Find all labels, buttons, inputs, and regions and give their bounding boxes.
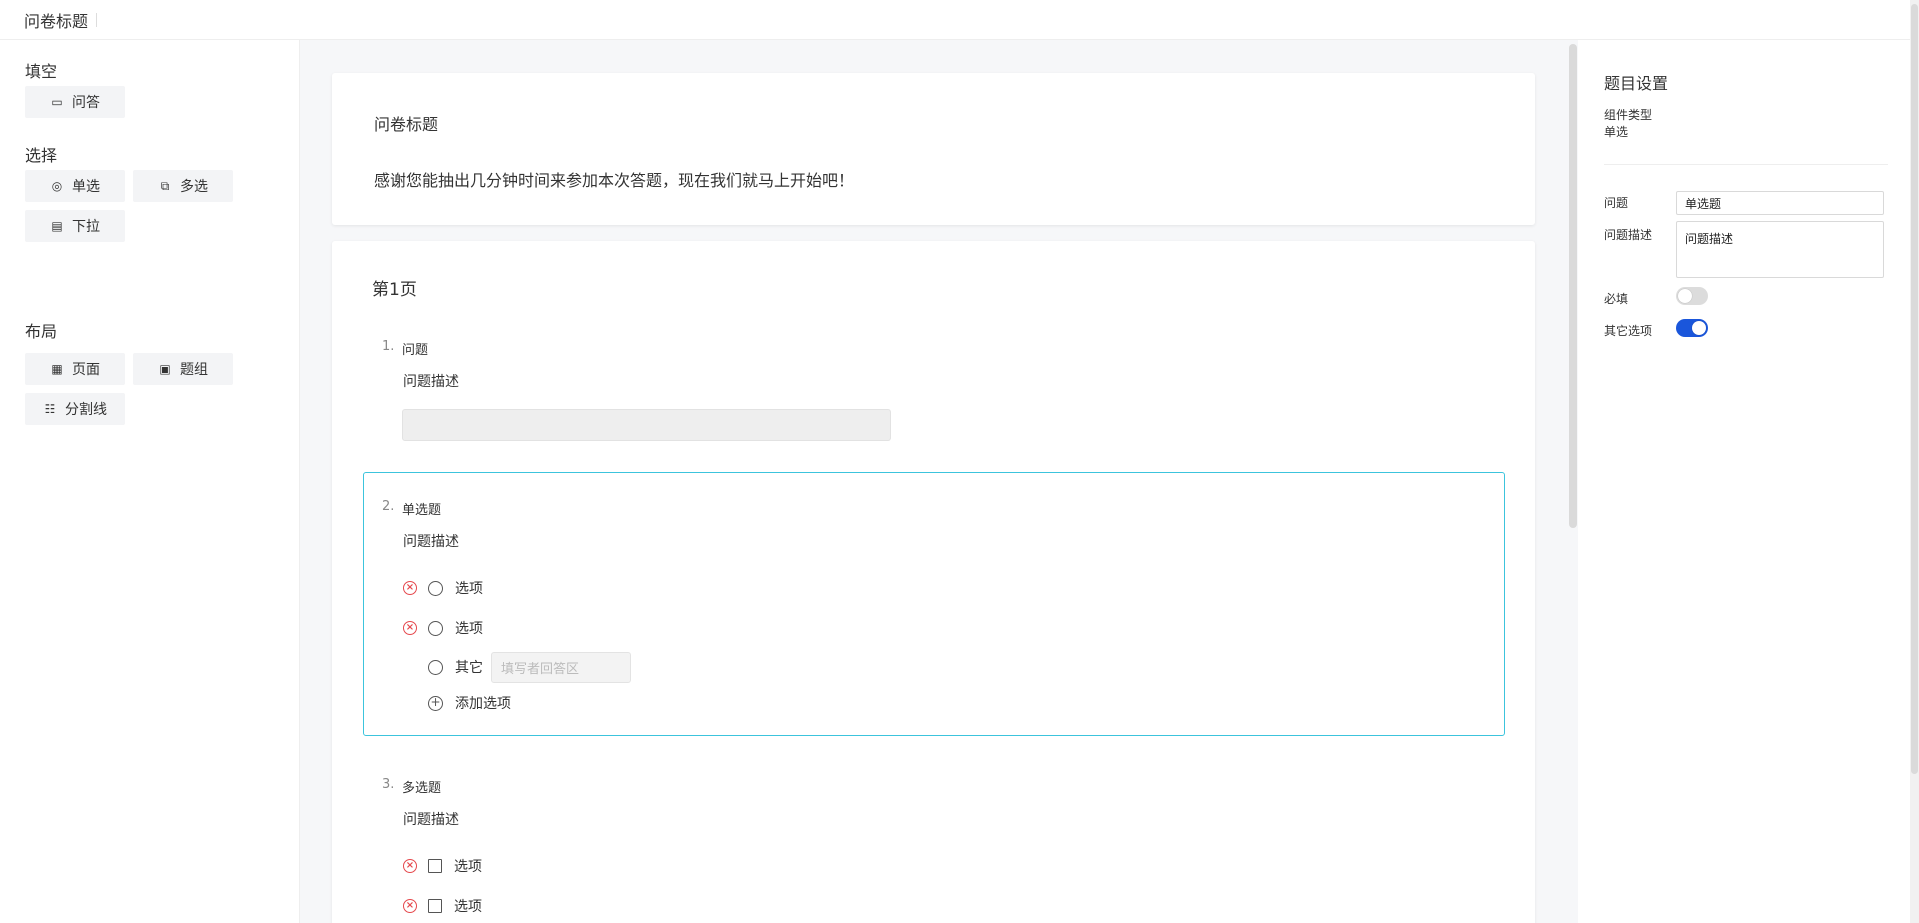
top-bar: 问卷标题 bbox=[0, 0, 1919, 40]
question-description[interactable]: 问题描述 bbox=[403, 809, 459, 829]
question-title[interactable]: 问题 bbox=[402, 339, 428, 358]
page-title: 第1页 bbox=[372, 280, 417, 300]
component-label: 分割线 bbox=[65, 402, 107, 418]
component-button-single[interactable]: ◎ 单选 bbox=[25, 170, 125, 202]
settings-title: 题目设置 bbox=[1604, 74, 1669, 93]
app-title: 问卷标题 bbox=[24, 11, 89, 31]
survey-title[interactable]: 问卷标题 bbox=[374, 111, 438, 135]
component-label: 多选 bbox=[180, 179, 208, 195]
question-title[interactable]: 单选题 bbox=[402, 499, 441, 518]
title-separator bbox=[96, 12, 98, 27]
description-field-label: 问题描述 bbox=[1604, 228, 1653, 242]
component-label: 下拉 bbox=[72, 219, 100, 235]
page-icon: ▦ bbox=[51, 362, 63, 376]
option-row: × 选项 bbox=[403, 579, 483, 597]
component-button-qa[interactable]: ▭ 问答 bbox=[25, 86, 125, 118]
dropdown-icon: ▤ bbox=[51, 219, 63, 233]
question-number: 3. bbox=[382, 777, 395, 792]
remove-option-icon[interactable]: × bbox=[403, 859, 417, 873]
other-option-row: 其它 填写者回答区 bbox=[428, 651, 631, 683]
question-title[interactable]: 多选题 bbox=[402, 777, 441, 796]
component-button-divider[interactable]: ☷ 分割线 bbox=[25, 393, 125, 425]
radio-icon bbox=[428, 620, 443, 636]
option-label[interactable]: 选项 bbox=[454, 896, 482, 916]
group-title-layout: 布局 bbox=[25, 322, 58, 341]
survey-description[interactable]: 感谢您能抽出几分钟时间来参加本次答题，现在我们就马上开始吧！ bbox=[374, 167, 854, 191]
add-option-button[interactable]: + 添加选项 bbox=[428, 694, 511, 712]
question-field-label: 问题 bbox=[1604, 196, 1629, 210]
required-label: 必填 bbox=[1604, 292, 1629, 306]
remove-option-icon[interactable]: × bbox=[403, 899, 417, 913]
option-row: × 选项 bbox=[403, 857, 482, 875]
remove-option-icon[interactable]: × bbox=[403, 581, 417, 595]
component-label: 问答 bbox=[72, 95, 100, 111]
question-description[interactable]: 问题描述 bbox=[403, 531, 459, 551]
copy-icon: ⧉ bbox=[160, 178, 170, 193]
question-description[interactable]: 问题描述 bbox=[403, 371, 459, 391]
component-label: 单选 bbox=[72, 179, 100, 195]
checkbox-icon bbox=[428, 899, 442, 913]
component-button-multi[interactable]: ⧉ 多选 bbox=[133, 170, 233, 202]
component-button-page[interactable]: ▦ 页面 bbox=[25, 353, 125, 385]
option-label[interactable]: 选项 bbox=[455, 618, 483, 638]
settings-divider bbox=[1604, 164, 1888, 165]
other-option-toggle[interactable] bbox=[1676, 319, 1708, 337]
radio-icon bbox=[428, 659, 443, 675]
add-icon: + bbox=[428, 695, 443, 711]
question-field[interactable]: 单选题 bbox=[1676, 191, 1884, 215]
option-label[interactable]: 选项 bbox=[455, 578, 483, 598]
component-palette: 填空 ▭ 问答 选择 ◎ 单选 ⧉ 多选 ▤ 下拉 布局 ▦ 页面 ▣ 题组 ☷… bbox=[0, 40, 300, 923]
add-option-label[interactable]: 添加选项 bbox=[455, 693, 511, 713]
other-answer-field[interactable]: 填写者回答区 bbox=[491, 651, 631, 683]
description-field[interactable]: 问题描述 bbox=[1676, 221, 1884, 278]
editor-canvas[interactable]: 问卷标题 感谢您能抽出几分钟时间来参加本次答题，现在我们就马上开始吧！ 第1页 … bbox=[300, 40, 1578, 923]
radio-icon bbox=[428, 580, 443, 596]
component-button-group[interactable]: ▣ 题组 bbox=[133, 353, 233, 385]
option-label[interactable]: 选项 bbox=[454, 856, 482, 876]
divider-icon: ☷ bbox=[44, 402, 56, 416]
group-title-fill: 填空 bbox=[25, 62, 58, 81]
group-icon: ▣ bbox=[159, 362, 171, 376]
component-label: 页面 bbox=[72, 362, 100, 378]
question-number: 2. bbox=[382, 499, 395, 514]
selected-question-frame[interactable] bbox=[363, 472, 1505, 736]
page-card: 第1页 1. 问题 问题描述 2. 单选题 问题描述 × 选项 × 选项 其它 … bbox=[332, 241, 1535, 923]
textbox-icon: ▭ bbox=[51, 95, 63, 109]
required-toggle[interactable] bbox=[1676, 287, 1708, 305]
remove-option-icon[interactable]: × bbox=[403, 621, 417, 635]
settings-panel: 题目设置 组件类型 单选 问题 单选题 问题描述 问题描述 必填 其它选项 bbox=[1578, 40, 1919, 923]
option-row: × 选项 bbox=[403, 897, 482, 915]
answer-input[interactable] bbox=[402, 409, 891, 441]
component-type-value: 单选 bbox=[1604, 125, 1629, 139]
component-label: 题组 bbox=[180, 362, 208, 378]
page-scrollbar[interactable] bbox=[1910, 0, 1919, 923]
component-type-label: 组件类型 bbox=[1604, 108, 1653, 122]
canvas-scrollbar-thumb[interactable] bbox=[1569, 44, 1577, 528]
page-scrollbar-thumb[interactable] bbox=[1911, 4, 1918, 774]
checkbox-icon bbox=[428, 859, 442, 873]
survey-header-card[interactable]: 问卷标题 感谢您能抽出几分钟时间来参加本次答题，现在我们就马上开始吧！ bbox=[332, 73, 1535, 225]
question-number: 1. bbox=[382, 339, 395, 354]
radio-icon: ◎ bbox=[51, 179, 63, 193]
other-option-label[interactable]: 其它 bbox=[455, 657, 483, 677]
option-row: × 选项 bbox=[403, 619, 483, 637]
component-button-dropdown[interactable]: ▤ 下拉 bbox=[25, 210, 125, 242]
other-option-toggle-label: 其它选项 bbox=[1604, 324, 1653, 338]
group-title-choice: 选择 bbox=[25, 146, 58, 165]
